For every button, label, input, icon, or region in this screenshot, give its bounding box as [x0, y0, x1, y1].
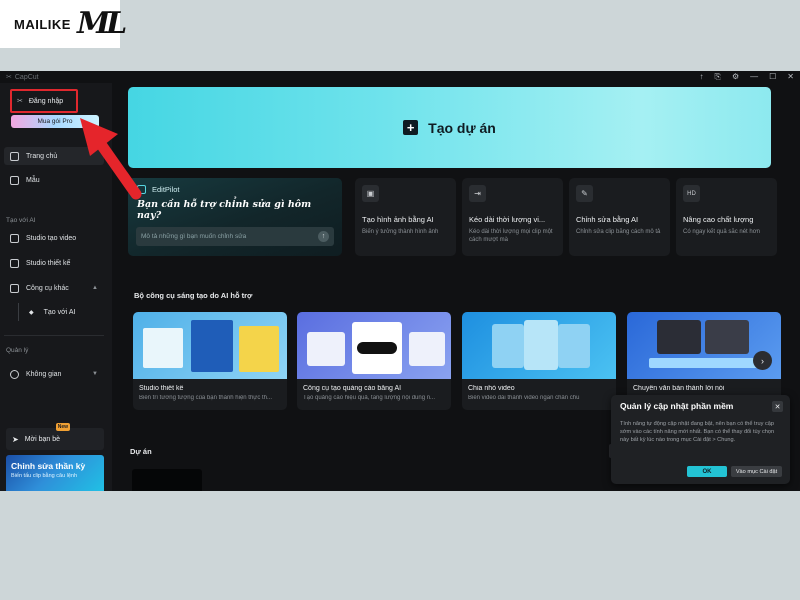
image-icon: ▣ — [362, 185, 379, 202]
send-arrow-icon[interactable]: ↑ — [318, 231, 329, 242]
ad-creator-thumbnail — [297, 312, 451, 379]
editpilot-card: EditPilot Bạn cần hỗ trợ chỉnh sửa gì hô… — [128, 178, 342, 256]
feedback-icon[interactable]: ⎘ — [715, 73, 721, 81]
dialog-body: Tính năng tự động cập nhật đang bật, nên… — [620, 421, 775, 443]
promo-subtitle: Biến tấu clip bằng câu lệnh — [11, 473, 78, 479]
pen-icon: ✎ — [576, 185, 593, 202]
dialog-actions: OK Vào mục Cài đặt — [687, 466, 782, 477]
sidebar-item-other-tools[interactable]: Công cụ khác ▲ — [4, 279, 104, 297]
editpilot-icon — [137, 185, 146, 194]
tool-card-ai-edit[interactable]: ✎ Chỉnh sửa bằng AI Chỉnh sửa clip bằng … — [569, 178, 670, 256]
ai-section-label: Tạo với AI — [6, 217, 36, 224]
tool-card-enhance-quality[interactable]: HD Nâng cao chất lượng Có ngay kết quả s… — [676, 178, 777, 256]
update-settings-dialog: Quản lý cập nhật phần mềm ✕ Tính năng tự… — [611, 395, 790, 484]
extend-icon: ⇥ — [469, 185, 486, 202]
sidebar-item-home[interactable]: Trang chủ — [4, 147, 104, 165]
capcut-window: ✂ CapCut ↑ ⎘ ⚙ — ☐ ✕ ✂ Đăng nhập Mua gói… — [0, 71, 800, 491]
hd-icon: HD — [683, 185, 700, 202]
new-badge: New — [55, 423, 70, 431]
login-button[interactable]: ✂ Đăng nhập — [10, 89, 78, 113]
ok-button[interactable]: OK — [687, 466, 727, 477]
plus-icon: + — [403, 120, 419, 135]
sidebar-divider — [4, 335, 104, 336]
create-project-button[interactable]: + Tạo dự án — [128, 87, 771, 168]
sidebar-item-video-studio[interactable]: Studio tạo video — [4, 229, 104, 247]
promo-title: Chỉnh sửa thần kỳ — [11, 461, 86, 471]
promo-banner[interactable]: Chỉnh sửa thần kỳ Biến tấu clip bằng câu… — [6, 455, 104, 491]
editpilot-prompt-input[interactable]: Mô tả những gì bạn muốn chỉnh sửa ↑ — [136, 227, 334, 246]
app-name: ✂ CapCut — [6, 73, 39, 82]
close-button[interactable]: ✕ — [787, 73, 794, 81]
manage-section-label: Quản lý — [6, 347, 29, 354]
design-studio-thumbnail — [133, 312, 287, 379]
design-studio-icon — [10, 258, 19, 268]
split-video-thumbnail — [462, 312, 616, 379]
upload-icon[interactable]: ↑ — [700, 73, 704, 81]
buy-pro-button[interactable]: Mua gói Pro — [11, 115, 99, 128]
watermark-mark: ML — [76, 6, 127, 41]
template-icon — [10, 175, 19, 185]
maximize-button[interactable]: ☐ — [769, 73, 776, 81]
window-controls: ↑ ⎘ ⚙ — ☐ ✕ — [700, 73, 794, 81]
cloud-icon — [10, 369, 19, 379]
watermark-text: MAILIKE — [14, 16, 71, 32]
dialog-title: Quản lý cập nhật phần mềm — [620, 401, 734, 411]
dialog-close-icon[interactable]: ✕ — [772, 401, 783, 412]
editpilot-question: Bạn cần hỗ trợ chỉnh sửa gì hôm nay? — [137, 199, 312, 221]
invite-friends-button[interactable]: ➤ Mời bạn bè New — [6, 423, 104, 450]
capcut-logo-icon: ✂ — [17, 98, 23, 105]
send-icon: ➤ — [12, 434, 19, 444]
tool-card-ai-image[interactable]: ▣ Tạo hình ảnh bằng AI Biến ý tưởng thàn… — [355, 178, 456, 256]
ai-spark-icon: ◆ — [29, 309, 34, 316]
features-section-title: Bộ công cụ sáng tạo do AI hỗ trợ — [134, 291, 253, 300]
project-thumbnail[interactable] — [132, 469, 202, 491]
watermark-logo: MAILIKE ML — [0, 0, 127, 48]
projects-section-title: Dự án — [130, 447, 152, 456]
video-studio-icon — [10, 233, 19, 243]
go-to-settings-button[interactable]: Vào mục Cài đặt — [731, 466, 782, 477]
sidebar-item-create-with-ai[interactable]: ◆ Tạo với AI — [18, 303, 102, 321]
title-bar: ✂ CapCut ↑ ⎘ ⚙ — ☐ ✕ — [0, 71, 800, 83]
feature-card-design-studio[interactable]: Studio thiết kế Biến trí tưởng tượng của… — [133, 312, 287, 410]
sidebar-item-design-studio[interactable]: Studio thiết kế — [4, 254, 104, 272]
create-project-label: Tạo dự án — [428, 119, 496, 136]
feature-card-ai-ad-creator[interactable]: Công cụ tạo quảng cáo bằng AI Tạo quảng … — [297, 312, 451, 410]
chevron-up-icon: ▲ — [92, 285, 98, 291]
feature-card-split-video[interactable]: Chia nhỏ video Biến video dài thành vide… — [462, 312, 616, 410]
carousel-next-button[interactable]: › — [753, 351, 772, 370]
tool-card-extend-video[interactable]: ⇥ Kéo dài thời lượng vi... Kéo dài thời … — [462, 178, 563, 256]
sidebar-item-templates[interactable]: Mẫu — [4, 171, 104, 189]
chevron-down-icon: ▼ — [92, 371, 98, 377]
capcut-logo-icon: ✂ — [6, 74, 12, 81]
tools-icon — [10, 283, 19, 293]
sidebar: ✂ Đăng nhập Mua gói Pro Trang chủ Mẫu Tạ… — [0, 83, 112, 491]
settings-icon[interactable]: ⚙ — [732, 73, 739, 81]
minimize-button[interactable]: — — [750, 73, 758, 81]
home-icon — [10, 151, 19, 161]
sidebar-item-space[interactable]: Không gian ▼ — [4, 365, 104, 383]
editpilot-name: EditPilot — [152, 185, 180, 194]
